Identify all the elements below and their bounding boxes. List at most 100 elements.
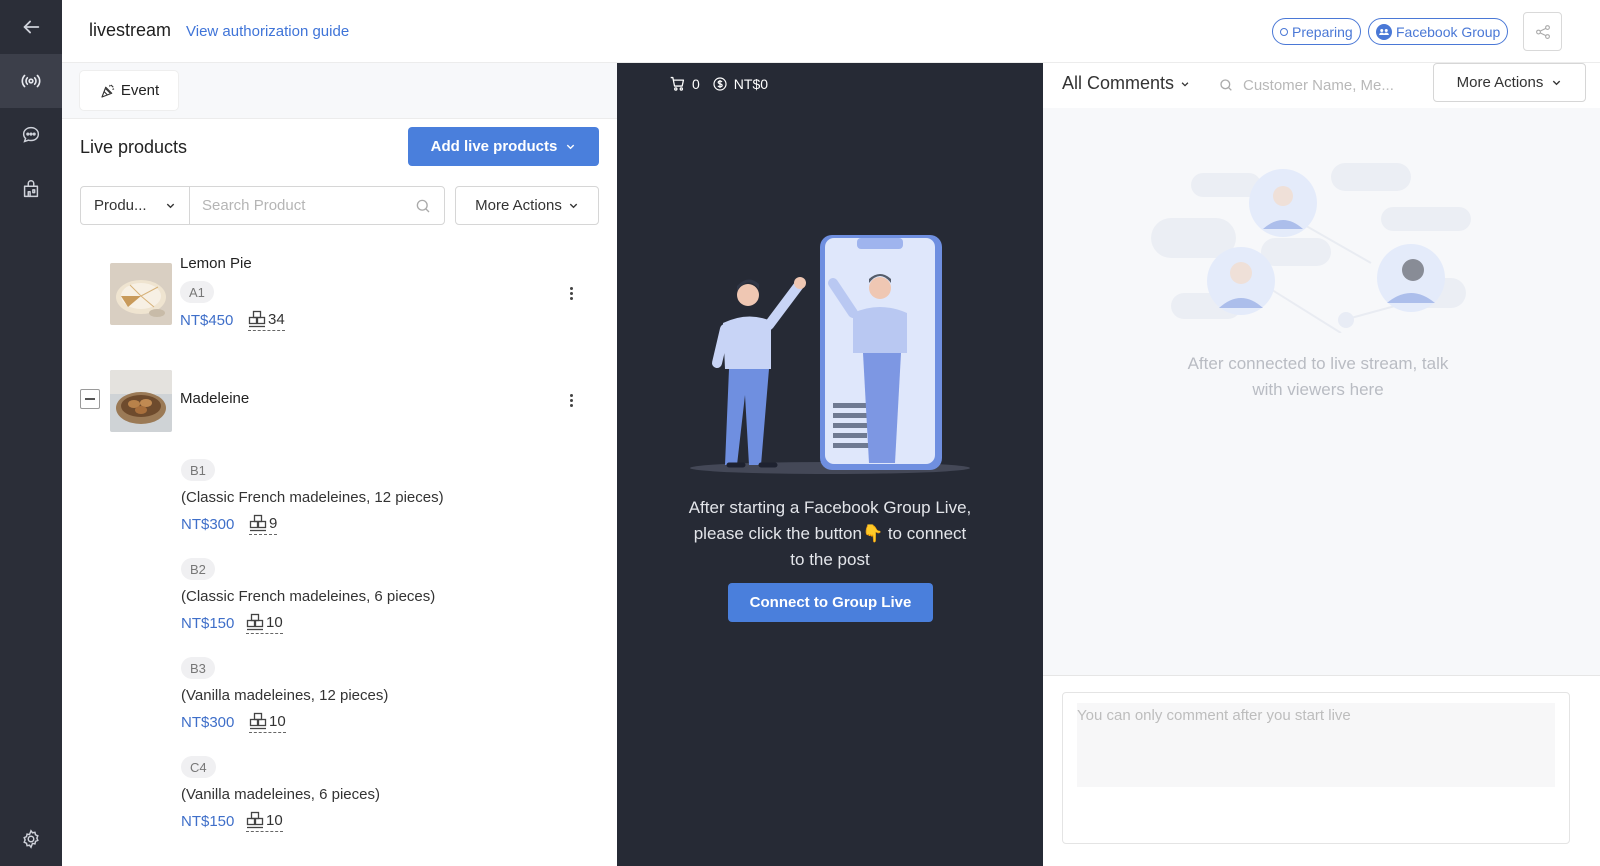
comments-more-actions-button[interactable]: More Actions (1433, 63, 1586, 102)
add-live-products-button[interactable]: Add live products (408, 127, 599, 166)
platform-badge: Facebook Group (1368, 18, 1509, 45)
rail-item-settings[interactable] (0, 812, 62, 866)
comments-toolbar: All Comments Customer Name, Me... More A… (1043, 63, 1600, 108)
comment-composer: You can only comment after you start liv… (1043, 675, 1600, 866)
revenue-amount: NT$0 (733, 75, 769, 92)
comments-empty-state: After connected to live stream, talk wit… (1163, 351, 1473, 403)
status-label: Preparing (1292, 23, 1353, 40)
chevron-down-icon (567, 144, 575, 150)
chat-bubble-icon (22, 126, 40, 143)
comments-panel: All Comments Customer Name, Me... More A… (1043, 63, 1600, 866)
variant-description: (Classic French madeleines, 6 pieces) (181, 588, 436, 605)
chevron-down-icon (1181, 81, 1189, 87)
search-product-placeholder: Search Product (202, 197, 306, 214)
variant-price: NT$150 (181, 813, 235, 830)
livestream-illustration (690, 235, 970, 474)
rail-item-live[interactable] (0, 54, 62, 108)
share-button[interactable] (1523, 12, 1562, 51)
stock-count: 9 (269, 514, 278, 532)
variant-price: NT$300 (181, 714, 235, 731)
platform-label: Facebook Group (1396, 23, 1501, 40)
empty-line-2: with viewers here (1252, 380, 1384, 399)
comment-input[interactable]: You can only comment after you start liv… (1062, 692, 1570, 844)
products-panel: Event Live products Add live products Pr… (62, 63, 617, 866)
search-product-input[interactable]: Search Product (189, 186, 445, 225)
left-rail (0, 0, 62, 866)
products-more-actions-label: More Actions (475, 197, 562, 214)
arrow-left-icon (23, 20, 40, 34)
cart-summary: 0 NT$0 (669, 75, 768, 92)
live-preview-panel: 0 NT$0 After starting a Facebook Group L… (617, 63, 1043, 866)
chevron-down-icon (166, 203, 175, 209)
variant-stock[interactable]: 10 (246, 811, 283, 832)
product-code: A1 (180, 281, 214, 303)
stock-boxes-icon (249, 514, 267, 532)
rail-item-messages[interactable] (0, 108, 62, 162)
comments-more-actions-label: More Actions (1456, 74, 1544, 91)
broadcast-icon (21, 74, 41, 88)
variant-code: C4 (181, 756, 216, 778)
comments-filter-label: All Comments (1062, 73, 1175, 93)
instruction-line-1: After starting a Facebook Group Live, (688, 498, 972, 517)
variant-code: B2 (181, 558, 215, 580)
tab-event-label: Event (120, 82, 160, 99)
variant-code: B1 (181, 459, 215, 481)
product-filter-select[interactable]: Produ... (80, 186, 190, 225)
page-title: livestream (89, 20, 172, 40)
authorization-guide-link[interactable]: View authorization guide (186, 23, 349, 40)
chevron-down-icon (569, 203, 578, 209)
stock-boxes-icon (248, 310, 266, 328)
variant-description: (Vanilla madeleines, 6 pieces) (181, 786, 380, 803)
instruction-line-2a: please click the button (693, 524, 862, 543)
lemon-pie-thumbnail (110, 263, 172, 325)
cart-icon (670, 76, 685, 91)
empty-line-1: After connected to live stream, talk (1187, 354, 1449, 373)
status-dot-icon (1280, 27, 1288, 36)
stock-count: 34 (268, 310, 285, 328)
chat-illustration (1151, 163, 1471, 333)
products-tabbar: Event (62, 63, 617, 119)
product-menu-button[interactable] (563, 283, 579, 303)
variant-stock[interactable]: 9 (249, 514, 278, 535)
dollar-circle-icon (713, 76, 727, 91)
comments-filter-dropdown[interactable]: All Comments (1062, 73, 1190, 94)
instruction-line-2b: to connect (883, 524, 967, 543)
stock-boxes-icon (246, 811, 264, 829)
variant-price: NT$300 (181, 516, 235, 533)
connect-to-group-live-button[interactable]: Connect to Group Live (728, 583, 933, 622)
product-menu-button[interactable] (563, 390, 579, 410)
stock-count: 10 (266, 811, 283, 829)
rail-item-shop[interactable] (0, 162, 62, 216)
page-header: livestream View authorization guide Prep… (62, 0, 1600, 63)
section-title: Live products (80, 137, 188, 157)
product-stock[interactable]: 34 (248, 310, 285, 331)
variant-stock[interactable]: 10 (246, 613, 283, 634)
status-badge: Preparing (1272, 18, 1361, 45)
gear-icon (23, 829, 39, 849)
comments-search-input[interactable]: Customer Name, Me... (1218, 71, 1418, 99)
search-icon (1220, 79, 1232, 91)
variant-description: (Classic French madeleines, 12 pieces) (181, 489, 444, 506)
group-icon (1376, 23, 1392, 40)
products-more-actions-button[interactable]: More Actions (455, 186, 599, 225)
add-live-products-label: Add live products (430, 138, 558, 155)
variant-stock[interactable]: 10 (249, 712, 286, 733)
product-price: NT$450 (180, 312, 234, 329)
shop-icon (23, 180, 39, 198)
product-filter-value: Produ... (94, 197, 147, 214)
stock-boxes-icon (249, 712, 267, 730)
share-icon (1535, 24, 1550, 39)
variant-description: (Vanilla madeleines, 12 pieces) (181, 687, 389, 704)
instruction-line-3: to the post (790, 550, 870, 569)
party-popper-icon (101, 84, 115, 98)
back-button[interactable] (0, 0, 62, 54)
connect-instructions: After starting a Facebook Group Live, pl… (647, 495, 1013, 573)
product-name: Lemon Pie (180, 255, 252, 272)
tab-event[interactable]: Event (80, 71, 178, 110)
collapse-toggle[interactable] (80, 389, 100, 409)
instruction-line-2: please click the button👇 to connect (647, 521, 1013, 547)
variant-price: NT$150 (181, 615, 235, 632)
comments-search-placeholder: Customer Name, Me... (1243, 76, 1394, 94)
comment-input-placeholder: You can only comment after you start liv… (1077, 707, 1351, 724)
product-name: Madeleine (180, 390, 250, 407)
